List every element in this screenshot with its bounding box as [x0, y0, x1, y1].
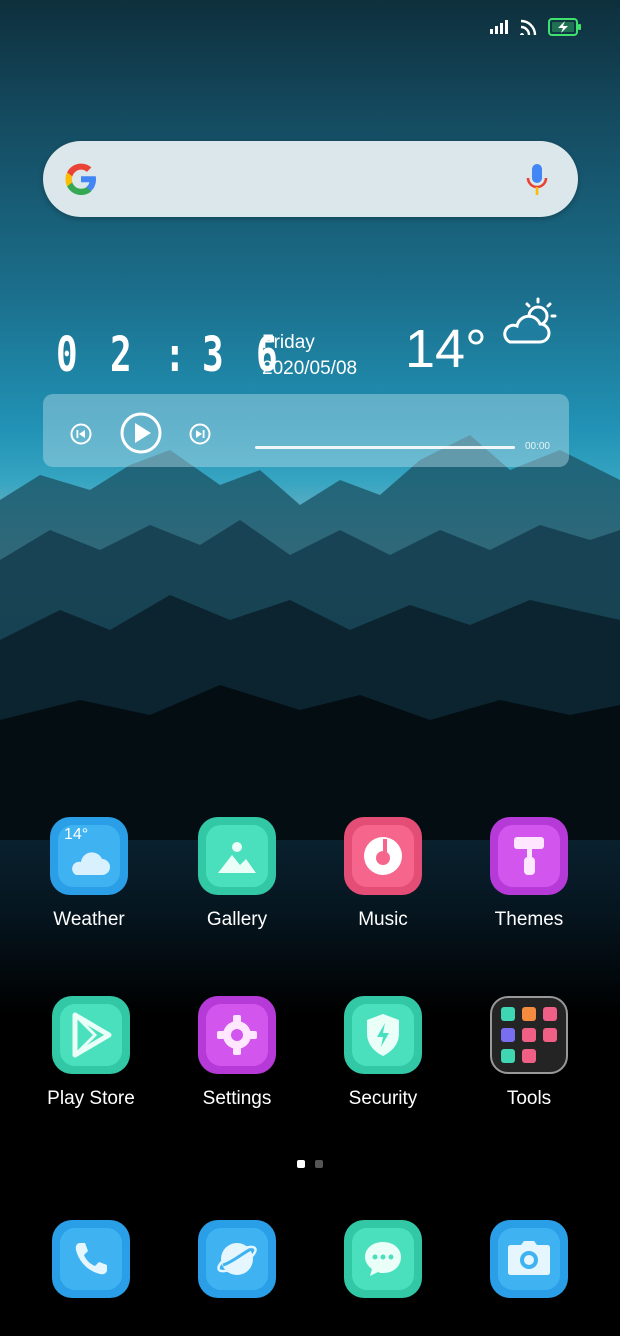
signal-icon	[490, 20, 508, 34]
next-track-icon[interactable]	[189, 423, 211, 445]
google-search-bar[interactable]	[43, 141, 578, 217]
google-logo-icon	[65, 163, 96, 195]
app-security[interactable]: Security	[318, 996, 448, 1110]
partly-cloudy-icon	[503, 297, 557, 344]
app-settings[interactable]: Settings	[172, 996, 302, 1110]
app-label: Settings	[202, 1088, 272, 1109]
app-music[interactable]: Music	[318, 817, 448, 931]
gallery-icon	[198, 817, 276, 895]
status-bar	[490, 18, 582, 36]
previous-track-icon[interactable]	[70, 423, 92, 445]
messages-icon	[344, 1220, 422, 1298]
app-label: Gallery	[206, 909, 268, 930]
temperature-label[interactable]: 14°	[405, 318, 487, 380]
progress-bar[interactable]	[255, 446, 515, 449]
camera-icon	[490, 1220, 568, 1298]
dock-messages[interactable]	[318, 1220, 448, 1298]
microphone-icon[interactable]	[526, 163, 548, 197]
date-block: Friday 2020/05/08	[262, 330, 357, 382]
hour-ones: 2	[110, 327, 132, 383]
folder-tools[interactable]: Tools	[464, 996, 594, 1110]
battery-charging-icon	[548, 18, 581, 36]
app-label: Play Store	[47, 1088, 135, 1109]
dock-phone[interactable]	[26, 1220, 156, 1298]
app-label: Music	[358, 909, 408, 930]
music-player-widget: 00:00	[43, 394, 569, 467]
security-icon	[344, 996, 422, 1074]
app-themes[interactable]: Themes	[464, 817, 594, 931]
date-label: 2020/05/08	[262, 358, 358, 379]
app-label: Themes	[494, 909, 564, 930]
weather-icon-badge: 14°	[64, 826, 89, 843]
dock-camera[interactable]	[464, 1220, 594, 1298]
app-gallery[interactable]: Gallery	[172, 817, 302, 931]
play-icon[interactable]	[120, 412, 162, 454]
time-separator: :	[164, 327, 186, 383]
weather-icon: 14°	[50, 817, 128, 895]
tools-folder-icon	[490, 996, 568, 1074]
app-weather[interactable]: 14° Weather	[24, 817, 154, 931]
music-icon	[344, 817, 422, 895]
app-label: Weather	[53, 909, 125, 930]
phone-icon	[52, 1220, 130, 1298]
app-play-store[interactable]: Play Store	[26, 996, 156, 1110]
track-time: 00:00	[524, 441, 550, 452]
page-indicator	[297, 1160, 323, 1168]
clock-widget[interactable]: 0 2 : 3 6	[56, 330, 292, 380]
weekday-label: Friday	[262, 332, 315, 353]
settings-icon	[198, 996, 276, 1074]
hour-tens: 0	[56, 327, 78, 383]
play-store-icon	[52, 996, 130, 1074]
themes-icon	[490, 817, 568, 895]
app-label: Tools	[506, 1088, 552, 1109]
dock-browser[interactable]	[172, 1220, 302, 1298]
page-dot-active[interactable]	[297, 1160, 305, 1168]
app-label: Security	[348, 1088, 418, 1109]
browser-icon	[198, 1220, 276, 1298]
minute-tens: 3	[202, 327, 224, 383]
wifi-icon	[520, 19, 537, 35]
page-dot[interactable]	[315, 1160, 323, 1168]
